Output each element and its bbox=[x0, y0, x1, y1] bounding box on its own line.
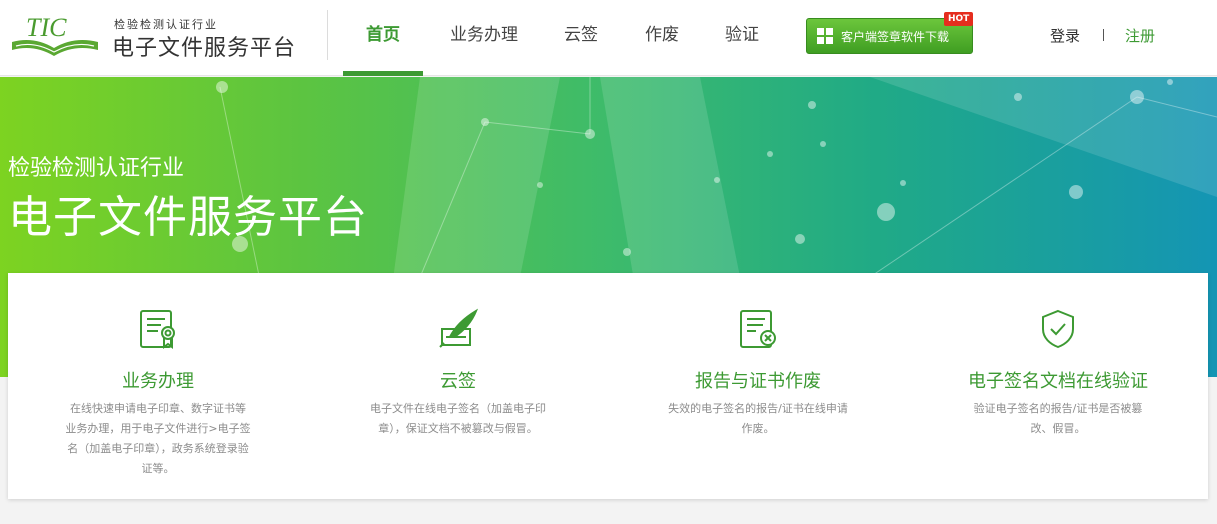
feature-title: 云签 bbox=[440, 371, 476, 392]
feature-title: 报告与证书作废 bbox=[695, 371, 821, 392]
nav-item-cloud-sign[interactable]: 云签 bbox=[543, 0, 619, 76]
tic-book-logo-icon: TIC bbox=[12, 13, 98, 56]
shield-check-icon bbox=[1042, 309, 1074, 349]
feature-description: 验证电子签名的报告/证书是否被篡改、假冒。 bbox=[973, 402, 1143, 435]
feature-card-verify[interactable]: 电子签名文档在线验证 验证电子签名的报告/证书是否被篡改、假冒。 bbox=[908, 273, 1208, 499]
feature-description: 在线快速申请电子印章、数字证书等业务办理，用于电子文件进行>电子签名（加盖电子印… bbox=[65, 402, 251, 475]
feature-card-void[interactable]: 报告与证书作废 失效的电子签名的报告/证书在线申请作废。 bbox=[608, 273, 908, 499]
nav-item-business[interactable]: 业务办理 bbox=[425, 0, 543, 76]
hot-badge: HOT bbox=[944, 12, 974, 26]
main-nav: 首页 业务办理 云签 作废 验证 bbox=[343, 0, 779, 76]
feature-description: 电子文件在线电子签名（加盖电子印章），保证文档不被篡改与假冒。 bbox=[370, 402, 546, 435]
auth-separator bbox=[1103, 29, 1104, 41]
logo-title: 电子文件服务平台 bbox=[112, 36, 297, 61]
feature-description: 失效的电子签名的报告/证书在线申请作废。 bbox=[668, 402, 848, 435]
quill-signature-icon bbox=[439, 308, 479, 348]
document-cancel-icon bbox=[740, 310, 776, 348]
banner-subtitle: 检验检测认证行业 bbox=[8, 156, 185, 181]
site-logo[interactable]: TIC 检验检测认证行业 电子文件服务平台 bbox=[6, 10, 316, 61]
certificate-document-icon bbox=[140, 310, 175, 349]
logo-divider bbox=[327, 10, 328, 60]
login-link[interactable]: 登录 bbox=[1050, 25, 1080, 46]
windows-icon bbox=[817, 28, 833, 44]
feature-title: 业务办理 bbox=[122, 371, 194, 392]
banner-title: 电子文件服务平台 bbox=[8, 192, 368, 243]
feature-card-business[interactable]: 业务办理 在线快速申请电子印章、数字证书等业务办理，用于电子文件进行>电子签名（… bbox=[8, 273, 308, 499]
feature-card-cloud-sign[interactable]: 云签 电子文件在线电子签名（加盖电子印章），保证文档不被篡改与假冒。 bbox=[308, 273, 608, 499]
svg-text:TIC: TIC bbox=[26, 13, 67, 42]
feature-title: 电子签名文档在线验证 bbox=[968, 371, 1148, 392]
header: TIC 检验检测认证行业 电子文件服务平台 首页 业务办理 云签 作废 验证 客… bbox=[0, 0, 1217, 76]
nav-item-verify[interactable]: 验证 bbox=[705, 0, 779, 76]
nav-item-home[interactable]: 首页 bbox=[343, 0, 423, 76]
register-link[interactable]: 注册 bbox=[1125, 25, 1155, 46]
nav-item-void[interactable]: 作废 bbox=[619, 0, 705, 76]
download-label: 客户端签章软件下载 bbox=[841, 29, 950, 44]
features-panel: 业务办理 在线快速申请电子印章、数字证书等业务办理，用于电子文件进行>电子签名（… bbox=[8, 273, 1208, 499]
